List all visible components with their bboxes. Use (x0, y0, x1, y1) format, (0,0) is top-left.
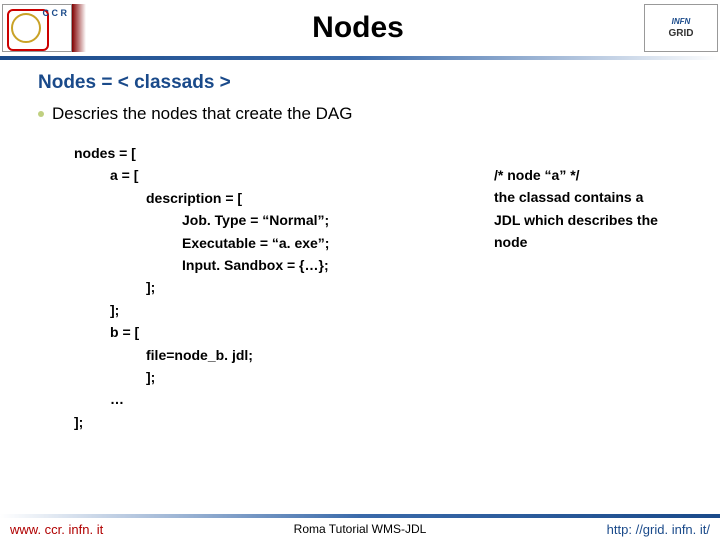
bullet-icon (38, 111, 44, 117)
code-line: ]; (146, 366, 684, 388)
code-line: Input. Sandbox = {…}; (182, 254, 684, 276)
annotation-line: node (494, 231, 720, 253)
annotation-line: JDL which describes the (494, 209, 720, 231)
code-line: ]; (110, 299, 684, 321)
footer-right-link: http: //grid. infn. it/ (607, 522, 710, 537)
code-line: nodes = [ (74, 142, 684, 164)
footer-title: Roma Tutorial WMS-JDL (294, 522, 427, 536)
header: C C R Nodes INFN GRID (0, 0, 720, 56)
footer: www. ccr. infn. it Roma Tutorial WMS-JDL… (0, 514, 720, 540)
ccr-logo-letters: C C R (43, 7, 68, 20)
code-line: b = [ (110, 321, 684, 343)
infn-logo-text: INFN (672, 17, 691, 26)
bullet-item: Descries the nodes that create the DAG (38, 104, 684, 124)
code-line: file=node_b. jdl; (146, 344, 684, 366)
footer-left-link: www. ccr. infn. it (10, 522, 103, 537)
bullet-text: Descries the nodes that create the DAG (52, 104, 353, 124)
code-block: nodes = [ a = [ description = [ Job. Typ… (74, 142, 684, 433)
infn-grid-logo: INFN GRID (644, 4, 718, 52)
grid-logo-text: GRID (669, 28, 694, 39)
ccr-logo: C C R (2, 4, 72, 52)
page-title: Nodes (312, 11, 404, 45)
title-band: Nodes (72, 4, 644, 52)
code-line: ]; (74, 411, 684, 433)
annotation-line: /* node “a” */ (494, 164, 720, 186)
code-line: … (110, 388, 684, 410)
annotation-line: the classad contains a (494, 186, 720, 208)
content: Nodes = < classads > Descries the nodes … (0, 60, 720, 433)
annotation: /* node “a” */ the classad contains a JD… (494, 164, 720, 254)
slide-subtitle: Nodes = < classads > (38, 72, 684, 94)
code-line: ]; (146, 276, 684, 298)
